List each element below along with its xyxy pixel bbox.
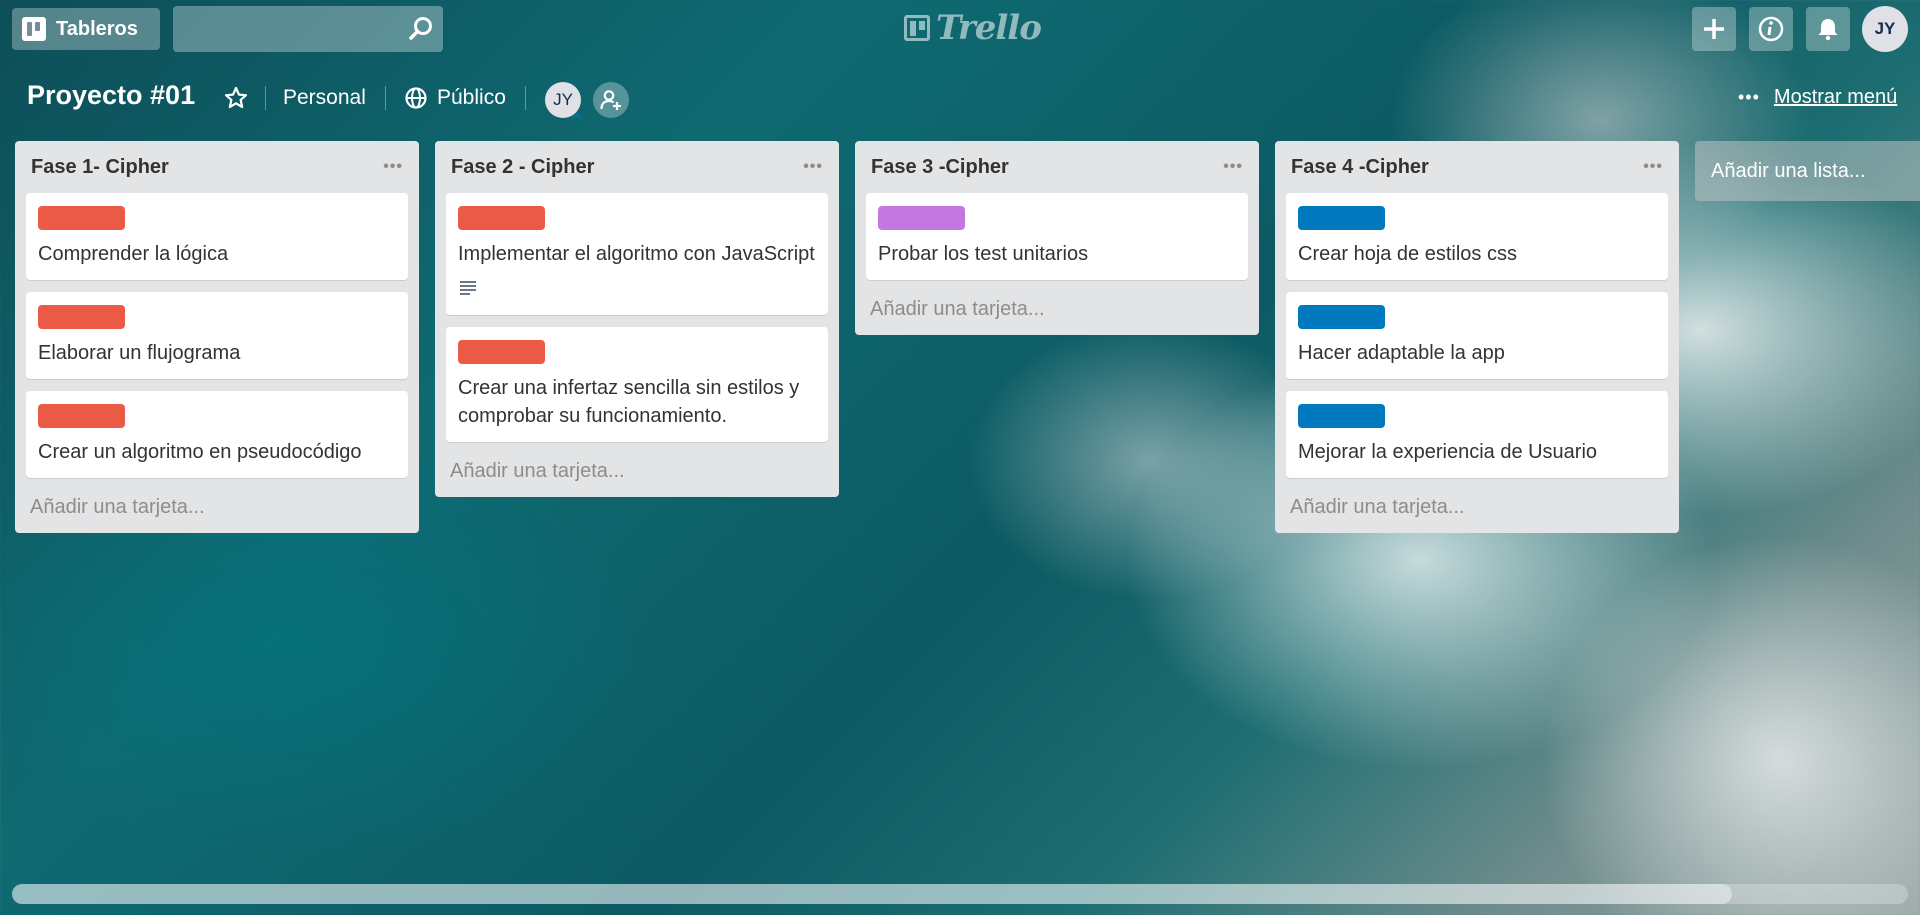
list-menu-icon[interactable]: ••• [383,158,403,176]
bell-icon [1818,19,1838,41]
list-header: Fase 3 -Cipher ••• [866,141,1248,193]
list-title[interactable]: Fase 2 - Cipher [451,156,594,179]
horizontal-scrollbar-thumb[interactable] [12,884,1732,904]
card-label-red [458,206,545,230]
card[interactable]: Implementar el algoritmo con JavaScript [446,193,828,315]
trello-logo[interactable]: Trello [904,8,1042,48]
card-title: Implementar el algoritmo con JavaScript [458,243,815,265]
board-title[interactable]: Proyecto #01 [27,80,195,111]
divider [525,86,526,110]
list-fase-4[interactable]: Fase 4 -Cipher ••• Crear hoja de estilos… [1275,141,1679,533]
board-visibility-button[interactable]: Público [437,86,506,110]
user-avatar-initials: JY [1874,19,1896,38]
show-menu-label: Mostrar menú [1773,86,1898,108]
list-fase-1[interactable]: Fase 1- Cipher ••• Comprender la lógica … [15,141,419,533]
card-label-blue [1298,404,1385,428]
trello-logo-text: Trello [936,8,1042,48]
add-list-button[interactable]: Añadir una lista... [1695,141,1920,201]
divider [385,86,386,110]
board-member-initials: JY [553,90,573,109]
boards-button[interactable]: Tableros [12,8,160,50]
card[interactable]: Comprender la lógica [26,193,408,280]
card-title: Crear una infertaz sencilla sin estilos … [458,377,800,427]
admin-chevron-icon: ︽ [570,107,583,121]
add-member-icon [600,90,621,110]
card-label-blue [1298,206,1385,230]
user-avatar[interactable]: JY [1862,6,1908,52]
list-menu-icon[interactable]: ••• [1643,158,1663,176]
list-fase-3[interactable]: Fase 3 -Cipher ••• Probar los test unita… [855,141,1259,335]
card[interactable]: Hacer adaptable la app [1286,292,1668,379]
card-label-red [38,305,125,329]
card-title: Probar los test unitarios [878,243,1089,265]
card-label-red [38,206,125,230]
boards-label: Tableros [56,17,138,40]
globe-icon[interactable] [404,86,428,110]
trello-logo-icon [904,15,930,41]
search-icon[interactable] [407,15,435,43]
show-menu-button[interactable]: ••• Mostrar menú [1738,86,1897,109]
list-fase-2[interactable]: Fase 2 - Cipher ••• Implementar el algor… [435,141,839,497]
create-button[interactable] [1692,7,1736,51]
more-dots-icon: ••• [1738,87,1760,107]
card[interactable]: Elaborar un flujograma [26,292,408,379]
card[interactable]: Crear un algoritmo en pseudocódigo [26,391,408,478]
card-label-red [458,340,545,364]
list-title[interactable]: Fase 3 -Cipher [871,156,1009,179]
list-title[interactable]: Fase 1- Cipher [31,156,169,179]
list-title[interactable]: Fase 4 -Cipher [1291,156,1429,179]
invite-member-button[interactable] [593,82,629,118]
card-title: Hacer adaptable la app [1298,342,1505,364]
board-member-avatar[interactable]: JY ︽ [545,82,583,121]
board-team-button[interactable]: Personal [283,86,366,110]
boards-icon [22,17,46,41]
card-title: Crear un algoritmo en pseudocódigo [38,441,362,463]
card[interactable]: Crear una infertaz sencilla sin estilos … [446,327,828,442]
list-header: Fase 2 - Cipher ••• [446,141,828,193]
card-title: Crear hoja de estilos css [1298,243,1517,265]
info-icon [1758,16,1784,42]
card-title: Elaborar un flujograma [38,342,241,364]
top-header: Tableros Trello JY [0,0,1920,58]
info-button[interactable] [1749,7,1793,51]
card-label-red [38,404,125,428]
search-box[interactable] [173,6,443,52]
divider [265,86,266,110]
card[interactable]: Mejorar la experiencia de Usuario [1286,391,1668,478]
notifications-button[interactable] [1806,7,1850,51]
card-label-purple [878,206,965,230]
list-header: Fase 4 -Cipher ••• [1286,141,1668,193]
card[interactable]: Crear hoja de estilos css [1286,193,1668,280]
search-input[interactable] [173,6,393,52]
plus-icon [1704,19,1724,39]
list-header: Fase 1- Cipher ••• [26,141,408,193]
add-card-button[interactable]: Añadir una tarjeta... [866,292,1248,321]
add-card-button[interactable]: Añadir una tarjeta... [446,454,828,483]
add-card-button[interactable]: Añadir una tarjeta... [1286,490,1668,519]
list-menu-icon[interactable]: ••• [803,158,823,176]
star-icon[interactable] [223,85,249,111]
description-icon [460,281,476,295]
card-title: Mejorar la experiencia de Usuario [1298,441,1598,463]
add-card-button[interactable]: Añadir una tarjeta... [26,490,408,519]
card-label-blue [1298,305,1385,329]
card[interactable]: Probar los test unitarios [866,193,1248,280]
list-menu-icon[interactable]: ••• [1223,158,1243,176]
card-title: Comprender la lógica [38,243,229,265]
